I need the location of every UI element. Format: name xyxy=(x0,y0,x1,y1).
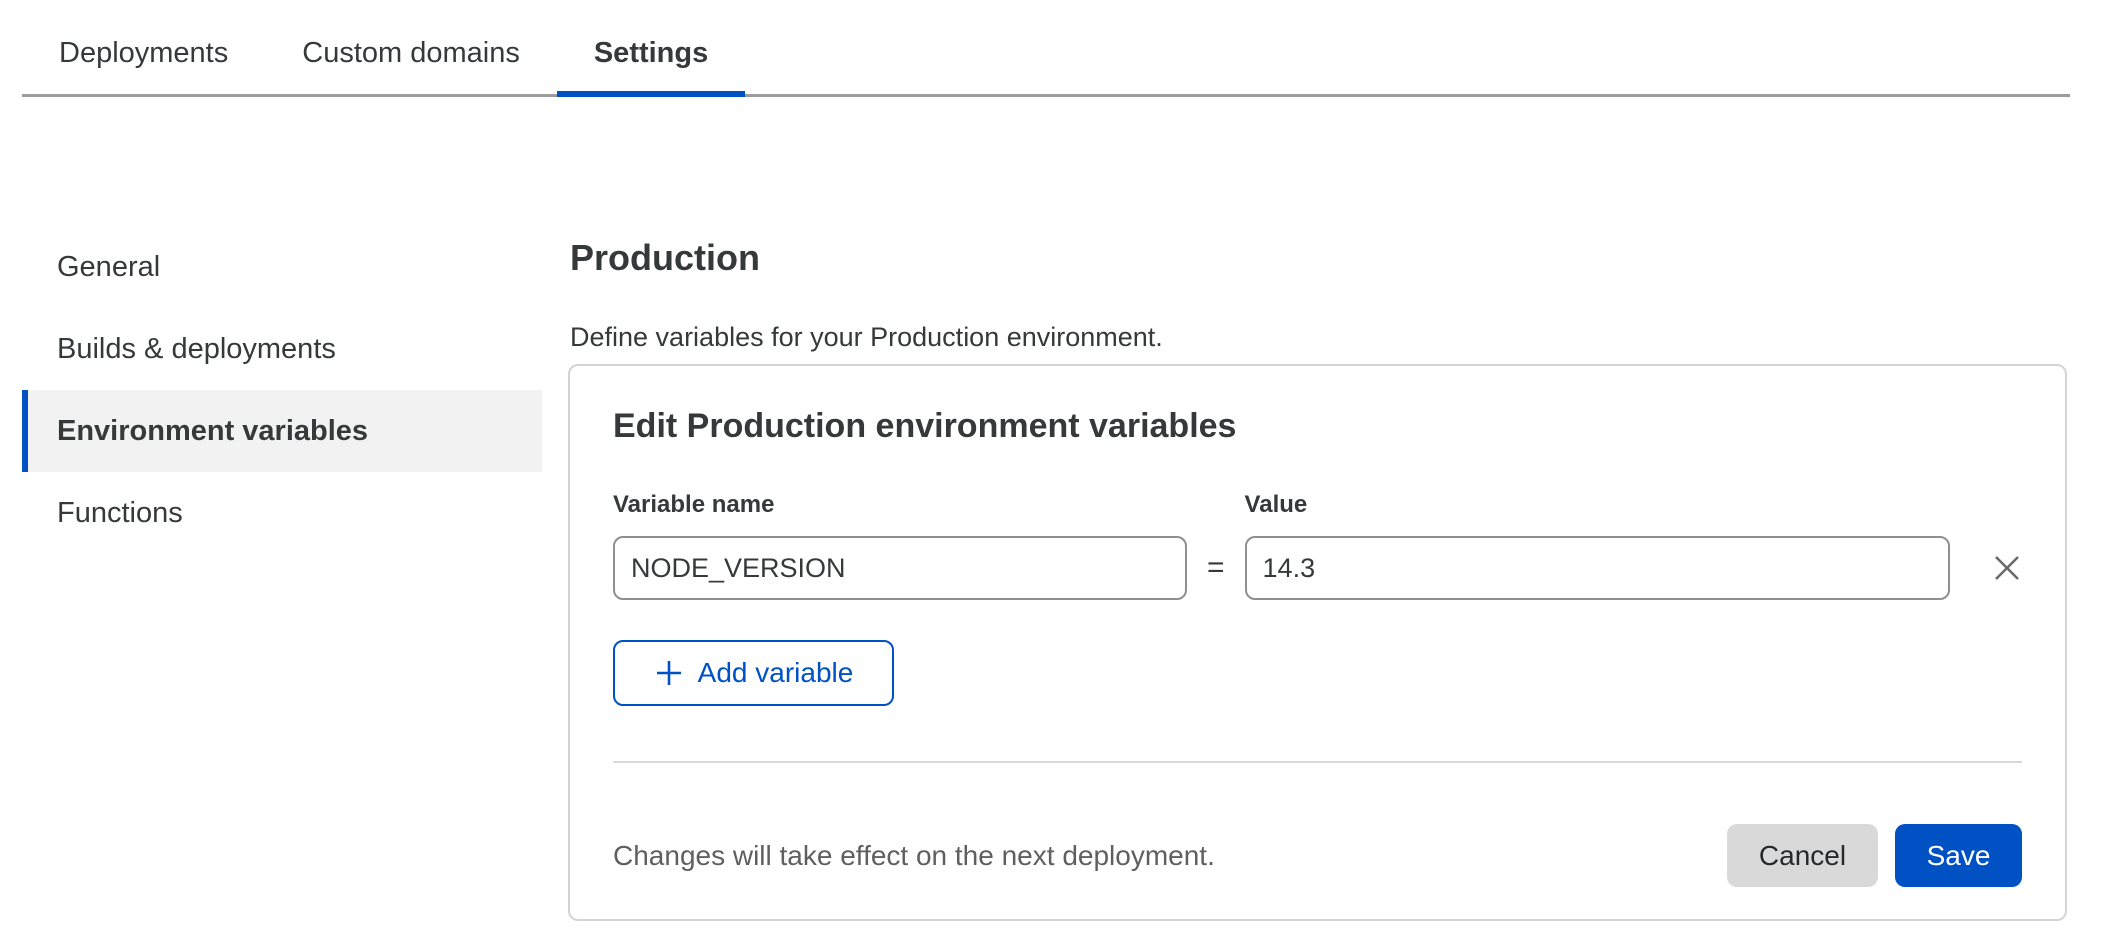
add-variable-label: Add variable xyxy=(698,657,854,689)
variable-name-input[interactable] xyxy=(613,536,1187,600)
section-title: Production xyxy=(570,240,2067,276)
sidebar-item-environment-variables[interactable]: Environment variables xyxy=(22,390,542,472)
add-variable-button[interactable]: Add variable xyxy=(613,640,894,706)
footer-note: Changes will take effect on the next dep… xyxy=(613,840,1215,872)
tab-bar: Deployments Custom domains Settings xyxy=(22,0,2070,97)
remove-variable-button[interactable] xyxy=(1992,536,2022,600)
cancel-button[interactable]: Cancel xyxy=(1727,824,1878,887)
variable-value-label: Value xyxy=(1245,493,1950,517)
main-panel: Production Define variables for your Pro… xyxy=(568,226,2067,921)
variable-name-label: Variable name xyxy=(613,493,1187,517)
sidebar-item-functions[interactable]: Functions xyxy=(22,472,542,554)
sidebar-item-builds-deployments[interactable]: Builds & deployments xyxy=(22,308,542,390)
card-title: Edit Production environment variables xyxy=(613,409,2022,443)
save-button[interactable]: Save xyxy=(1895,824,2022,887)
section-description: Define variables for your Production env… xyxy=(570,324,2067,351)
card-footer: Changes will take effect on the next dep… xyxy=(613,824,2022,887)
variable-name-field-group: Variable name xyxy=(613,493,1187,600)
settings-content: General Builds & deployments Environment… xyxy=(0,226,2121,921)
card-divider xyxy=(613,761,2022,763)
variable-row: Variable name = Value xyxy=(613,493,2022,600)
footer-actions: Cancel Save xyxy=(1727,824,2022,887)
sidebar-item-general[interactable]: General xyxy=(22,226,542,308)
equals-sign: = xyxy=(1207,536,1225,600)
tab-settings[interactable]: Settings xyxy=(557,12,745,94)
environment-variables-card: Edit Production environment variables Va… xyxy=(568,364,2067,921)
plus-icon xyxy=(654,658,684,688)
tab-deployments[interactable]: Deployments xyxy=(22,12,265,94)
close-icon xyxy=(1992,553,2022,583)
settings-sidebar: General Builds & deployments Environment… xyxy=(22,226,542,921)
tab-custom-domains[interactable]: Custom domains xyxy=(265,12,557,94)
variable-value-field-group: Value xyxy=(1245,493,1950,600)
variable-value-input[interactable] xyxy=(1245,536,1950,600)
